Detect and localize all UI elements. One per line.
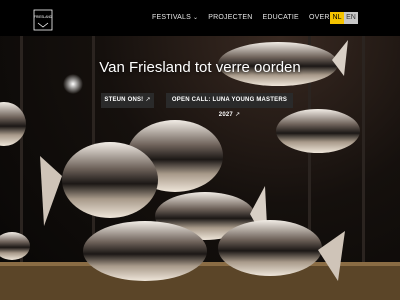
nav-festivals-label: FESTIVALS: [152, 14, 192, 21]
balloon-fish: [276, 109, 360, 153]
support-us-label: STEUN ONS!: [104, 97, 144, 103]
balloon-fish: [0, 232, 30, 260]
logo[interactable]: FRIESLAND: [33, 9, 53, 31]
open-call-button[interactable]: OPEN CALL: LUNA YOUNG MASTERS 2027 ↗: [166, 93, 293, 118]
lang-en-button[interactable]: EN: [344, 12, 358, 24]
balloon-fish: [83, 221, 207, 281]
nav-educatie-label: EDUCATIE: [262, 14, 299, 21]
logo-text: FRIESLAND: [34, 15, 53, 19]
support-us-button[interactable]: STEUN ONS! ↗: [101, 93, 154, 108]
language-switcher: NL EN: [330, 12, 358, 24]
external-link-icon: ↗: [145, 97, 151, 103]
balloon-fish: [40, 142, 158, 226]
nav-projecten[interactable]: PROJECTEN: [208, 14, 252, 21]
lang-nl-button[interactable]: NL: [330, 12, 344, 24]
site-header: FRIESLAND FESTIVALS ⌄ PROJECTEN EDUCATIE…: [0, 0, 400, 36]
external-link-icon: ↗: [234, 112, 241, 118]
main-nav: FESTIVALS ⌄ PROJECTEN EDUCATIE OVER ONS …: [152, 14, 355, 21]
nav-projecten-label: PROJECTEN: [208, 14, 253, 21]
hero-title: Van Friesland tot verre oorden: [99, 59, 301, 76]
chevron-down-icon: ⌄: [193, 14, 199, 21]
nav-educatie[interactable]: EDUCATIE: [262, 14, 298, 21]
nav-festivals[interactable]: FESTIVALS ⌄: [152, 14, 198, 21]
hero-section: Van Friesland tot verre oorden STEUN ONS…: [0, 36, 400, 300]
